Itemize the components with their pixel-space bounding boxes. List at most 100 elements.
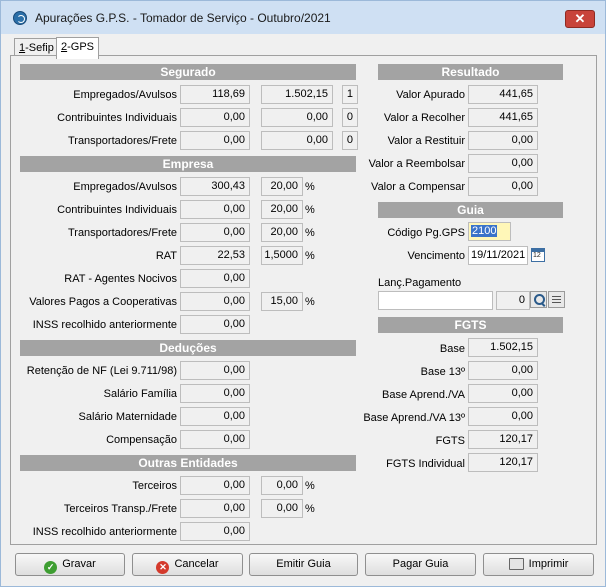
resultado-reembolsar-label: Valor a Reembolsar [368,158,465,170]
gravar-button[interactable]: ✓ Gravar [15,553,125,576]
empresa-transportadores-aliquota[interactable]: 20,00 [261,223,303,242]
calendar-icon[interactable]: 12 [531,248,545,262]
fgts-base-aprend-valor[interactable]: 0,00 [468,384,538,403]
emitir-guia-button[interactable]: Emitir Guia [249,553,358,576]
empresa-inss-anterior-valor[interactable]: 0,00 [180,315,250,334]
gravar-button-label: Gravar [62,558,96,570]
section-resultado: Resultado [378,64,563,80]
empresa-empregados-aliquota[interactable]: 20,00 [261,177,303,196]
empresa-inss-anterior-label: INSS recolhido anteriormente [32,319,177,331]
section-fgts: FGTS [378,317,563,333]
section-deducoes: Deduções [20,340,356,356]
empresa-rat-label: RAT [155,250,177,262]
segurado-empregados-valor[interactable]: 118,69 [180,85,250,104]
fgts-base-aprend-13-valor[interactable]: 0,00 [468,407,538,426]
empresa-rat-nocivos-valor[interactable]: 0,00 [180,269,250,288]
close-button[interactable]: ✕ [565,10,595,28]
empresa-contribuintes-label: Contribuintes Individuais [57,204,177,216]
resultado-apurado-label: Valor Apurado [396,89,465,101]
outras-terceiros-transp-aliquota[interactable]: 0,00 [261,499,303,518]
outras-terceiros-transp-unit: % [305,503,315,515]
pagar-guia-button[interactable]: Pagar Guia [365,553,476,576]
tab-gps[interactable]: 2-GPS [56,37,100,59]
tab-gps-label: -GPS [67,41,95,53]
empresa-contribuintes-aliquota[interactable]: 20,00 [261,200,303,219]
empresa-contribuintes-valor[interactable]: 0,00 [180,200,250,219]
lanc-pagamento-input[interactable] [378,291,493,310]
resultado-recolher-valor[interactable]: 441,65 [468,108,538,127]
empresa-cooperativas-aliquota[interactable]: 15,00 [261,292,303,311]
outras-terceiros-aliquota[interactable]: 0,00 [261,476,303,495]
segurado-empregados-label: Empregados/Avulsos [73,89,177,101]
tab-sefip-label: -Sefip [25,42,54,54]
cancel-icon: ✕ [156,561,170,574]
deducoes-compensacao-valor[interactable]: 0,00 [180,430,250,449]
fgts-base-13-label: Base 13º [420,366,465,378]
fgts-fgts-valor[interactable]: 120,17 [468,430,538,449]
deducoes-retencao-label: Retenção de NF (Lei 9.711/98) [26,365,177,377]
segurado-empregados-base[interactable]: 1.502,15 [261,85,333,104]
outras-terceiros-label: Terceiros [132,480,177,492]
window-title: Apurações G.P.S. - Tomador de Serviço - … [35,11,331,25]
outras-terceiros-unit: % [305,480,315,492]
segurado-contribuintes-label: Contribuintes Individuais [57,112,177,124]
section-guia: Guia [378,202,563,218]
fgts-individual-label: FGTS Individual [386,458,465,470]
empresa-cooperativas-unit: % [305,296,315,308]
segurado-contribuintes-valor[interactable]: 0,00 [180,108,250,127]
section-empresa: Empresa [20,156,356,172]
apuracoes-gps-window: Apurações G.P.S. - Tomador de Serviço - … [0,0,606,587]
search-icon[interactable] [530,291,547,308]
deducoes-salario-familia-valor[interactable]: 0,00 [180,384,250,403]
calendar-icon-text: 12 [533,252,541,259]
lanc-pagamento-label: Lanç.Pagamento [378,277,462,289]
empresa-transportadores-valor[interactable]: 0,00 [180,223,250,242]
outras-terceiros-valor[interactable]: 0,00 [180,476,250,495]
resultado-restituir-label: Valor a Restituir [387,135,465,147]
lanc-pagamento-numero[interactable]: 0 [496,291,530,310]
printer-icon [508,558,524,570]
resultado-reembolsar-valor[interactable]: 0,00 [468,154,538,173]
imprimir-button-label: Imprimir [528,558,569,570]
cancelar-button[interactable]: ✕ Cancelar [132,553,243,576]
segurado-transportadores-valor[interactable]: 0,00 [180,131,250,150]
imprimir-button[interactable]: Imprimir [483,553,594,576]
empresa-empregados-valor[interactable]: 300,43 [180,177,250,196]
outras-inss-anterior-valor[interactable]: 0,00 [180,522,250,541]
guia-codigo-value: 2100 [471,225,498,237]
guia-codigo-input[interactable]: 2100 [468,222,511,241]
fgts-base-valor[interactable]: 1.502,15 [468,338,538,357]
fgts-individual-valor[interactable]: 120,17 [468,453,538,472]
fgts-base-13-valor[interactable]: 0,00 [468,361,538,380]
fgts-fgts-label: FGTS [435,435,465,447]
empresa-cooperativas-label: Valores Pagos a Cooperativas [29,296,177,308]
deducoes-compensacao-label: Compensação [106,434,177,446]
cancelar-button-label: Cancelar [174,558,219,570]
guia-vencimento-input[interactable]: 19/11/2021 [468,246,528,265]
empresa-rat-nocivos-label: RAT - Agentes Nocivos [64,273,177,285]
fgts-base-label: Base [439,343,465,355]
deducoes-retencao-valor[interactable]: 0,00 [180,361,250,380]
outras-inss-anterior-label: INSS recolhido anteriormente [32,526,177,538]
resultado-compensar-valor[interactable]: 0,00 [468,177,538,196]
emitir-guia-button-label: Emitir Guia [276,558,331,570]
segurado-transportadores-base[interactable]: 0,00 [261,131,333,150]
empresa-rat-valor[interactable]: 22,53 [180,246,250,265]
resultado-apurado-valor[interactable]: 441,65 [468,85,538,104]
deducoes-salario-familia-label: Salário Família [103,388,177,400]
segurado-transportadores-label: Transportadores/Frete [67,135,177,147]
empresa-rat-unit: % [305,250,315,262]
empresa-rat-aliquota[interactable]: 1,5000 [261,246,303,265]
guia-codigo-label: Código Pg.GPS [387,227,465,239]
list-icon[interactable] [548,291,565,308]
resultado-restituir-valor[interactable]: 0,00 [468,131,538,150]
empresa-cooperativas-valor[interactable]: 0,00 [180,292,250,311]
deducoes-salario-maternidade-valor[interactable]: 0,00 [180,407,250,426]
pagar-guia-button-label: Pagar Guia [392,558,449,570]
check-icon: ✓ [44,561,58,574]
app-logo-icon [13,11,27,25]
segurado-contribuintes-base[interactable]: 0,00 [261,108,333,127]
outras-terceiros-transp-valor[interactable]: 0,00 [180,499,250,518]
empresa-empregados-label: Empregados/Avulsos [73,181,177,193]
title-bar: Apurações G.P.S. - Tomador de Serviço - … [1,1,605,34]
